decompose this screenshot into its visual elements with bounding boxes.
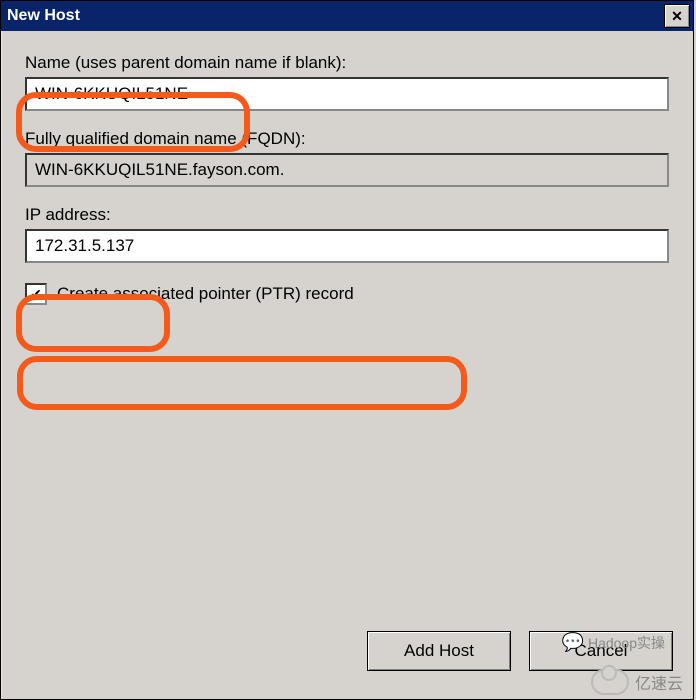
title-text: New Host [7,7,664,25]
cloud-icon [591,669,629,695]
check-icon: ✔ [30,287,42,301]
add-host-button[interactable]: Add Host [367,631,511,671]
close-icon: ✕ [671,8,683,25]
dialog-window: New Host ✕ Name (uses parent domain name… [0,0,694,700]
dialog-button-row: Add Host Cancel [367,631,673,671]
cancel-button[interactable]: Cancel [529,631,673,671]
cancel-label: Cancel [575,641,628,661]
watermark-yisu: 亿速云 [591,669,683,695]
ptr-label: Create associated pointer (PTR) record [57,284,354,304]
title-bar[interactable]: New Host ✕ [1,1,693,31]
ip-label: IP address: [25,205,669,225]
name-input[interactable] [25,77,669,111]
fqdn-input [25,153,669,187]
add-host-label: Add Host [404,641,474,661]
ip-input[interactable] [25,229,669,263]
ptr-checkbox-row[interactable]: ✔ Create associated pointer (PTR) record [25,283,669,305]
annotation-highlight-ptr [17,356,467,410]
watermark-yisu-text: 亿速云 [635,670,683,694]
dialog-content: Name (uses parent domain name if blank):… [1,31,693,305]
close-button[interactable]: ✕ [664,4,690,28]
fqdn-label: Fully qualified domain name (FQDN): [25,129,669,149]
ptr-checkbox[interactable]: ✔ [25,283,47,305]
name-label: Name (uses parent domain name if blank): [25,53,669,73]
